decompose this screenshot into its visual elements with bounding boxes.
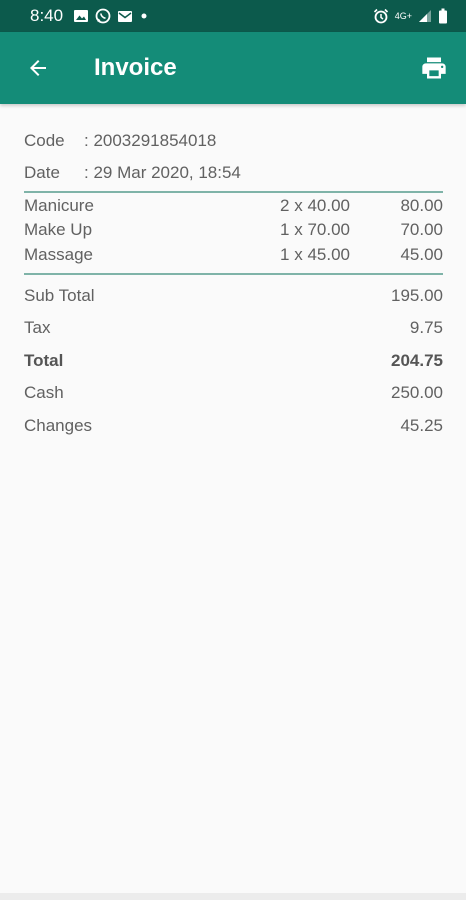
item-name: Make Up [24,220,93,239]
divider-bottom [24,273,443,275]
tax-row: Tax 9.75 [24,317,443,339]
item-quantity: 2 x 40.00 [280,196,350,215]
item-name: Manicure [24,196,94,215]
sub-total-label: Sub Total [24,286,95,305]
total-row: Total 204.75 [24,350,443,372]
system-icons: 4G+ [373,8,448,24]
item-amount: 70.00 [400,220,443,239]
code-value: : 2003291854018 [84,131,217,150]
item-quantity: 1 x 45.00 [280,245,350,264]
status-bar: 8:40 4G+ [0,0,466,32]
whatsapp-icon [95,8,111,24]
changes-label: Changes [24,416,93,435]
changes-row: Changes 45.25 [24,415,443,437]
date-value: : 29 Mar 2020, 18:54 [84,163,241,182]
total-label: Total [24,351,64,370]
cash-value: 250.00 [391,383,443,402]
print-icon [422,57,446,79]
list-item: Manicure 2 x 40.00 80.00 [24,195,443,217]
code-row: Code : 2003291854018 [24,130,216,152]
network-icon: 4G+ [394,10,412,21]
back-button[interactable] [16,46,60,90]
mail-icon [117,10,133,23]
list-item: Massage 1 x 45.00 45.00 [24,244,443,266]
divider-top [24,191,443,193]
app-bar: Invoice [0,32,466,104]
total-value: 204.75 [391,351,443,370]
alarm-icon [373,8,389,24]
image-icon [73,9,89,23]
date-row: Date : 29 Mar 2020, 18:54 [24,162,241,184]
signal-icon [418,9,432,23]
code-label: Code [24,131,65,150]
status-time: 8:40 [30,6,64,25]
sub-total-value: 195.00 [391,286,443,305]
changes-value: 45.25 [400,416,443,435]
item-quantity: 1 x 70.00 [280,220,350,239]
page-title: Invoice [94,54,177,81]
notification-icons [73,8,149,24]
item-amount: 45.00 [400,245,443,264]
navigation-bar-edge [0,893,466,900]
cash-label: Cash [24,383,64,402]
tax-value: 9.75 [409,318,443,337]
cash-row: Cash 250.00 [24,382,443,404]
battery-icon [438,8,448,24]
sub-total-row: Sub Total 195.00 [24,285,443,307]
dot-icon [139,11,149,21]
tax-label: Tax [24,318,51,337]
date-label: Date [24,163,60,182]
item-name: Massage [24,245,93,264]
list-item: Make Up 1 x 70.00 70.00 [24,219,443,241]
back-arrow-icon [30,60,46,76]
item-amount: 80.00 [400,196,443,215]
print-button[interactable] [412,46,456,90]
